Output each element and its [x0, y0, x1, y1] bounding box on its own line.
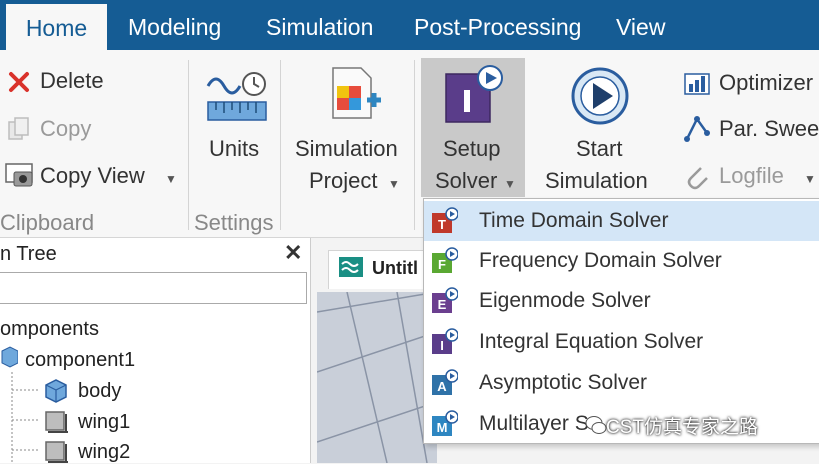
navigation-tree-title: n Tree	[0, 243, 57, 265]
tab-modeling[interactable]: Modeling	[128, 0, 221, 50]
tree-item-body[interactable]: body	[78, 380, 121, 403]
delete-button[interactable]: Delete	[40, 68, 104, 94]
tree-item-components[interactable]: omponents	[0, 318, 99, 341]
divider	[280, 60, 281, 230]
setup-solver-line1[interactable]: Setup	[443, 136, 501, 162]
svg-text:F: F	[438, 257, 446, 272]
svg-text:A: A	[437, 379, 447, 394]
svg-text:M: M	[437, 420, 448, 435]
integral-equation-solver-icon: I	[432, 328, 458, 354]
wechat-logo-icon	[585, 416, 607, 434]
logfile-button[interactable]: Logfile	[719, 163, 784, 189]
simulation-project-icon	[332, 67, 381, 119]
menu-item-time-domain-solver[interactable]: T Time Domain Solver	[424, 201, 819, 241]
frequency-domain-solver-icon: F	[432, 247, 458, 273]
svg-text:E: E	[438, 297, 447, 312]
component-icon	[1, 346, 18, 368]
divider	[188, 60, 189, 230]
3d-viewport[interactable]	[317, 292, 437, 463]
tree-item-wing1[interactable]: wing1	[78, 411, 130, 434]
simulation-project-dropdown-icon[interactable]: ▼	[388, 177, 400, 191]
delete-icon	[9, 72, 29, 92]
start-simulation-line2[interactable]: Simulation	[545, 168, 648, 194]
multilayer-solver-icon: M	[432, 410, 458, 436]
copy-view-dropdown-icon[interactable]: ▼	[165, 172, 177, 186]
tab-home[interactable]: Home	[6, 4, 107, 50]
menu-item-label: Asymptotic Solver	[479, 371, 648, 394]
tab-view[interactable]: View	[616, 0, 665, 50]
mesh-lines	[317, 292, 437, 463]
units-icon	[206, 72, 267, 121]
tree-item-wing2[interactable]: wing2	[78, 441, 130, 464]
logfile-dropdown-icon[interactable]: ▼	[804, 172, 816, 186]
menu-item-frequency-domain-solver[interactable]: F Frequency Domain Solver	[424, 241, 819, 281]
svg-text:I: I	[440, 338, 444, 353]
par-sweep-button[interactable]: Par. Sweep	[719, 116, 819, 142]
setup-solver-line2[interactable]: Solver	[435, 168, 497, 194]
solver-icon	[445, 65, 503, 123]
logfile-icon	[687, 167, 708, 190]
tree-item-component1[interactable]: component1	[25, 349, 135, 372]
par-sweep-icon	[684, 116, 710, 142]
optimizer-button[interactable]: Optimizer	[719, 70, 813, 96]
ribbon-tab-bar: Home Modeling Simulation Post-Processing…	[0, 0, 819, 50]
setup-solver-menu: T Time Domain Solver F Frequency Domain …	[423, 198, 819, 444]
body-solid-icon	[45, 379, 67, 403]
units-button[interactable]: Units	[209, 136, 259, 162]
menu-item-integral-equation-solver[interactable]: I Integral Equation Solver	[424, 322, 819, 362]
tab-post-processing[interactable]: Post-Processing	[414, 0, 581, 50]
clipboard-group-label: Clipboard	[0, 210, 95, 235]
menu-item-label: Frequency Domain Solver	[479, 249, 722, 272]
menu-item-label: Time Domain Solver	[479, 209, 669, 232]
menu-item-label: Integral Equation Solver	[479, 330, 704, 353]
settings-group-label: Settings	[194, 210, 274, 235]
simulation-project-line1[interactable]: Simulation	[295, 136, 398, 162]
copy-view-icon	[5, 163, 33, 187]
watermark-text: CST仿真专家之路	[606, 417, 759, 438]
eigenmode-solver-icon: E	[432, 287, 458, 313]
menu-item-label: Eigenmode Solver	[479, 289, 651, 312]
document-tab-label[interactable]: Untitl	[372, 258, 418, 279]
project-waves-icon	[339, 257, 363, 277]
copy-button[interactable]: Copy	[40, 116, 91, 142]
wing2-sheet-icon	[45, 441, 68, 463]
close-icon[interactable]: ✕	[284, 240, 302, 266]
simulation-project-line2[interactable]: Project	[309, 168, 377, 194]
menu-item-label: Multilayer S	[479, 412, 589, 435]
asymptotic-solver-icon: A	[432, 369, 458, 395]
copy-icon	[8, 117, 29, 140]
start-simulation-icon	[571, 67, 629, 125]
copy-view-button[interactable]: Copy View	[40, 163, 145, 189]
tree-search-input[interactable]	[0, 272, 307, 304]
optimizer-icon	[684, 73, 710, 95]
wing1-sheet-icon	[45, 411, 68, 433]
time-domain-solver-icon: T	[432, 207, 458, 233]
start-simulation-line1[interactable]: Start	[576, 136, 622, 162]
menu-item-eigenmode-solver[interactable]: E Eigenmode Solver	[424, 281, 819, 321]
setup-solver-dropdown-icon[interactable]: ▼	[504, 177, 516, 191]
tab-simulation[interactable]: Simulation	[266, 0, 373, 50]
menu-item-asymptotic-solver[interactable]: A Asymptotic Solver	[424, 363, 819, 403]
divider	[414, 60, 415, 230]
svg-text:T: T	[438, 217, 446, 232]
